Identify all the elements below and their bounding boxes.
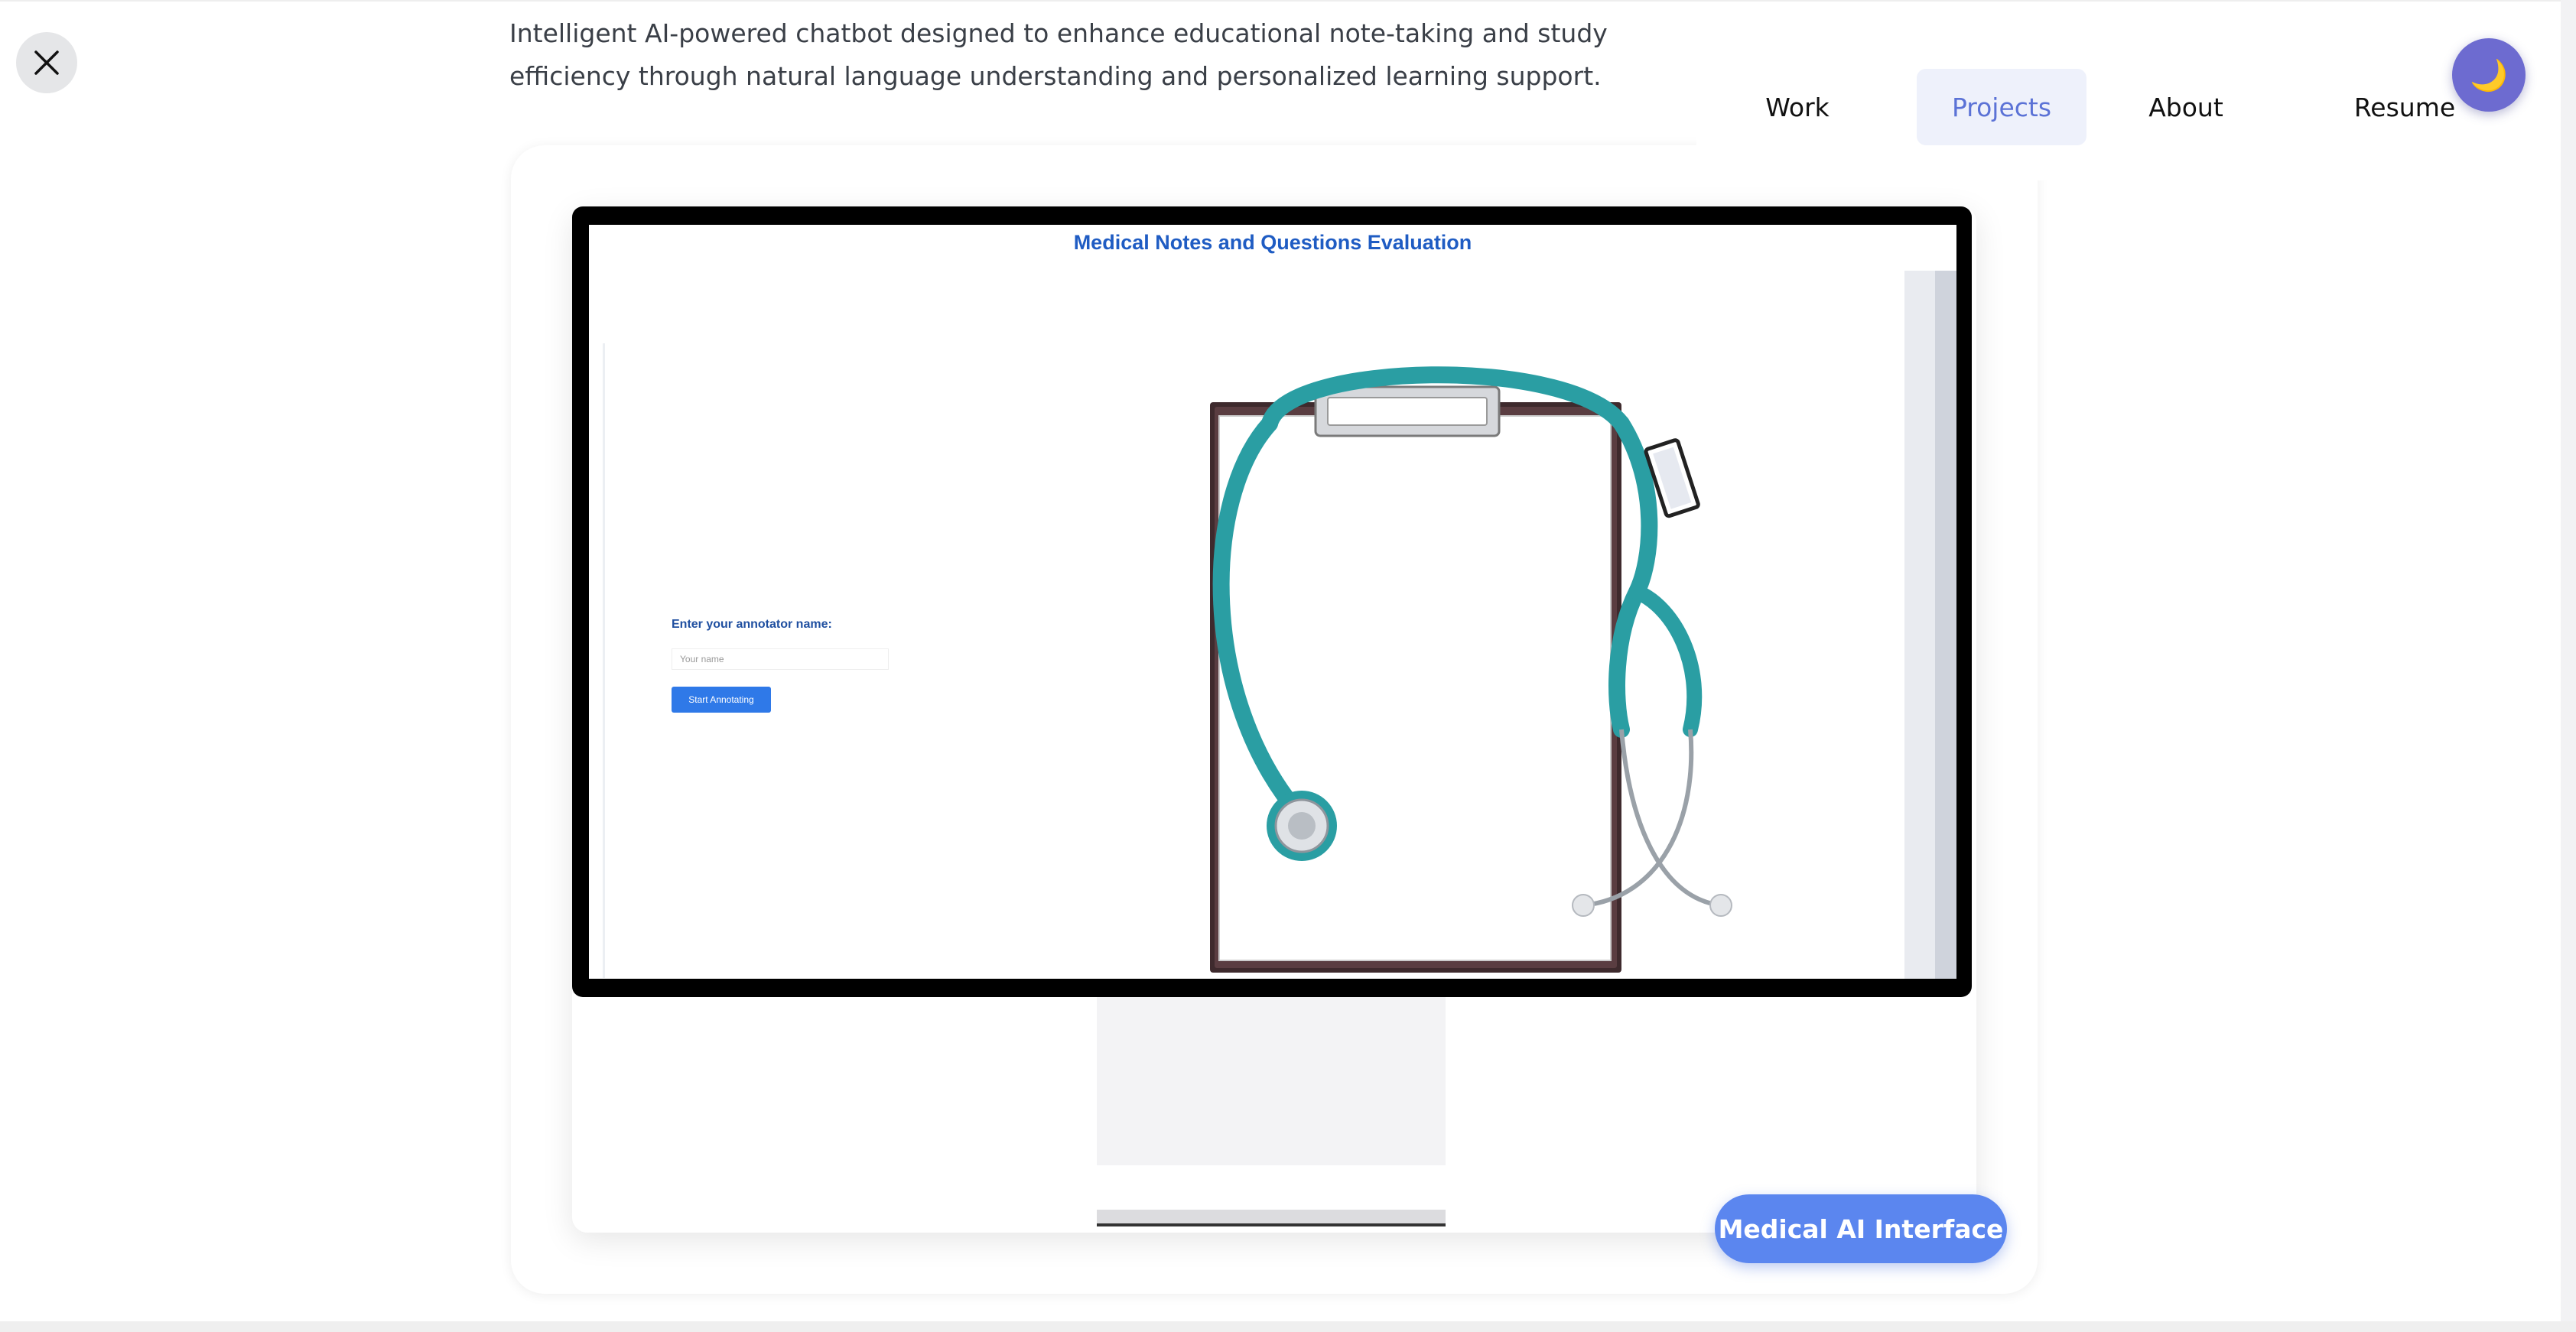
nav-item-work[interactable]: Work	[1744, 69, 1851, 145]
close-button[interactable]	[16, 32, 77, 93]
project-tag: Medical AI Interface	[1715, 1194, 2007, 1263]
page-bottom-edge	[0, 1321, 2576, 1332]
annotator-name-input[interactable]: Your name	[672, 648, 889, 670]
start-annotating-button[interactable]: Start Annotating	[672, 687, 771, 713]
project-description: Intelligent AI-powered chatbot designed …	[509, 18, 1608, 91]
scrollbar-track[interactable]	[2561, 0, 2576, 1332]
annotator-name-label: Enter your annotator name:	[672, 618, 832, 631]
screen-divider	[603, 343, 605, 978]
stethoscope-clipboard-image	[1170, 271, 1956, 979]
screen-title: Medical Notes and Questions Evaluation	[1073, 231, 1472, 254]
nav-item-projects[interactable]: Projects	[1917, 69, 2086, 145]
project-screenshot: Medical Notes and Questions Evaluation E…	[589, 225, 1956, 979]
close-icon	[34, 50, 59, 75]
moon-icon: 🌙	[2470, 57, 2508, 93]
nav-item-about[interactable]: About	[2125, 69, 2247, 145]
theme-toggle-button[interactable]: 🌙	[2452, 38, 2526, 112]
top-navigation: Work Projects About Resume	[1696, 31, 2561, 180]
monitor-stand-base	[1097, 1210, 1446, 1226]
monitor-stand	[1097, 997, 1446, 1165]
nav-item-resume[interactable]: Resume	[2339, 69, 2470, 145]
